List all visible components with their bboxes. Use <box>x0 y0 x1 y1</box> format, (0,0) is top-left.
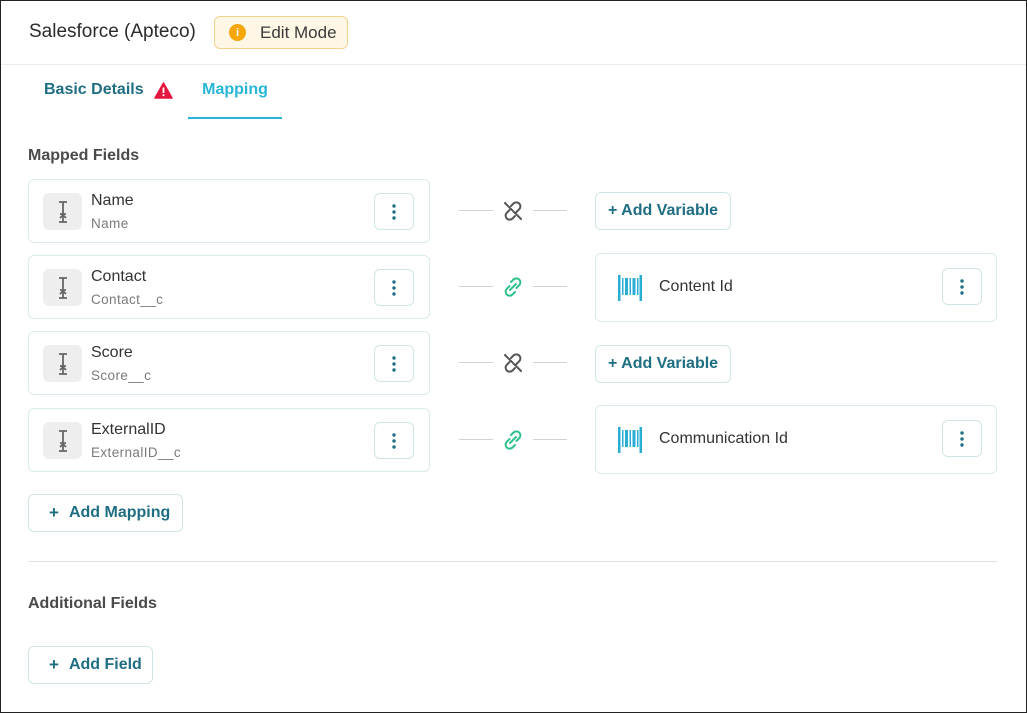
variable-menu-button[interactable] <box>942 268 982 305</box>
variable-menu-button[interactable] <box>942 420 982 457</box>
variable-card-communication-id: Communication Id <box>595 405 997 474</box>
field-menu-button[interactable] <box>374 269 414 306</box>
section-divider <box>28 561 997 562</box>
warning-icon <box>153 82 173 104</box>
edit-mode-badge: i Edit Mode <box>214 16 348 49</box>
field-name: ExternalID <box>91 421 166 438</box>
kebab-icon <box>392 355 396 372</box>
field-api-name: Contact__c <box>91 292 164 307</box>
field-name: Name <box>91 192 134 209</box>
text-field-icon <box>43 345 82 382</box>
app-frame: Salesforce (Apteco) i Edit Mode Basic De… <box>0 0 1027 713</box>
field-api-name: Name <box>91 216 129 231</box>
link-icon <box>504 430 522 450</box>
unlinked-icon <box>504 353 522 373</box>
text-field-icon <box>43 193 82 230</box>
variable-card-content-id: Content Id <box>595 253 997 322</box>
tab-mapping[interactable]: Mapping <box>188 81 282 119</box>
mapping-connector <box>459 275 567 299</box>
kebab-icon <box>392 279 396 296</box>
add-mapping-button[interactable]: + Add Mapping <box>28 494 183 532</box>
field-card-name: Name Name <box>28 179 430 243</box>
edit-mode-label: Edit Mode <box>260 22 337 42</box>
additional-fields-title: Additional Fields <box>28 595 157 612</box>
add-mapping-label: Add Mapping <box>68 504 171 521</box>
mapped-fields-title: Mapped Fields <box>28 147 140 164</box>
info-icon: i <box>229 24 246 41</box>
tab-mapping-label: Mapping <box>202 81 268 98</box>
link-icon <box>504 277 522 297</box>
field-name: Contact <box>91 268 147 285</box>
field-card-externalid: ExternalID ExternalID__c <box>28 408 430 472</box>
page-title: Salesforce (Apteco) <box>29 21 196 42</box>
add-variable-button[interactable]: + Add Variable <box>595 192 731 230</box>
variable-name: Communication Id <box>659 430 788 447</box>
field-card-contact: Contact Contact__c <box>28 255 430 319</box>
kebab-icon <box>392 432 396 449</box>
field-card-score: Score Score__c <box>28 331 430 395</box>
mapping-connector <box>459 351 567 375</box>
kebab-icon <box>960 278 964 295</box>
field-api-name: Score__c <box>91 368 152 383</box>
field-menu-button[interactable] <box>374 345 414 382</box>
variable-name: Content Id <box>659 278 733 295</box>
barcode-icon <box>618 275 642 301</box>
add-field-label: Add Field <box>68 656 142 673</box>
kebab-icon <box>392 203 396 220</box>
kebab-icon <box>960 430 964 447</box>
tab-basic-details[interactable]: Basic Details <box>44 81 173 119</box>
mapping-connector <box>459 428 567 452</box>
field-menu-button[interactable] <box>374 193 414 230</box>
field-menu-button[interactable] <box>374 422 414 459</box>
text-field-icon <box>43 269 82 306</box>
add-field-button[interactable]: + Add Field <box>28 646 153 684</box>
text-field-icon <box>43 422 82 459</box>
unlinked-icon <box>504 201 522 221</box>
plus-icon: + <box>49 655 59 674</box>
mapping-connector <box>459 199 567 223</box>
barcode-icon <box>618 427 642 453</box>
field-name: Score <box>91 344 133 361</box>
plus-icon: + <box>49 503 59 522</box>
tab-basic-details-label: Basic Details <box>44 81 144 98</box>
page-header: Salesforce (Apteco) i Edit Mode <box>1 1 1026 65</box>
add-variable-button[interactable]: + Add Variable <box>595 345 731 383</box>
field-api-name: ExternalID__c <box>91 445 181 460</box>
